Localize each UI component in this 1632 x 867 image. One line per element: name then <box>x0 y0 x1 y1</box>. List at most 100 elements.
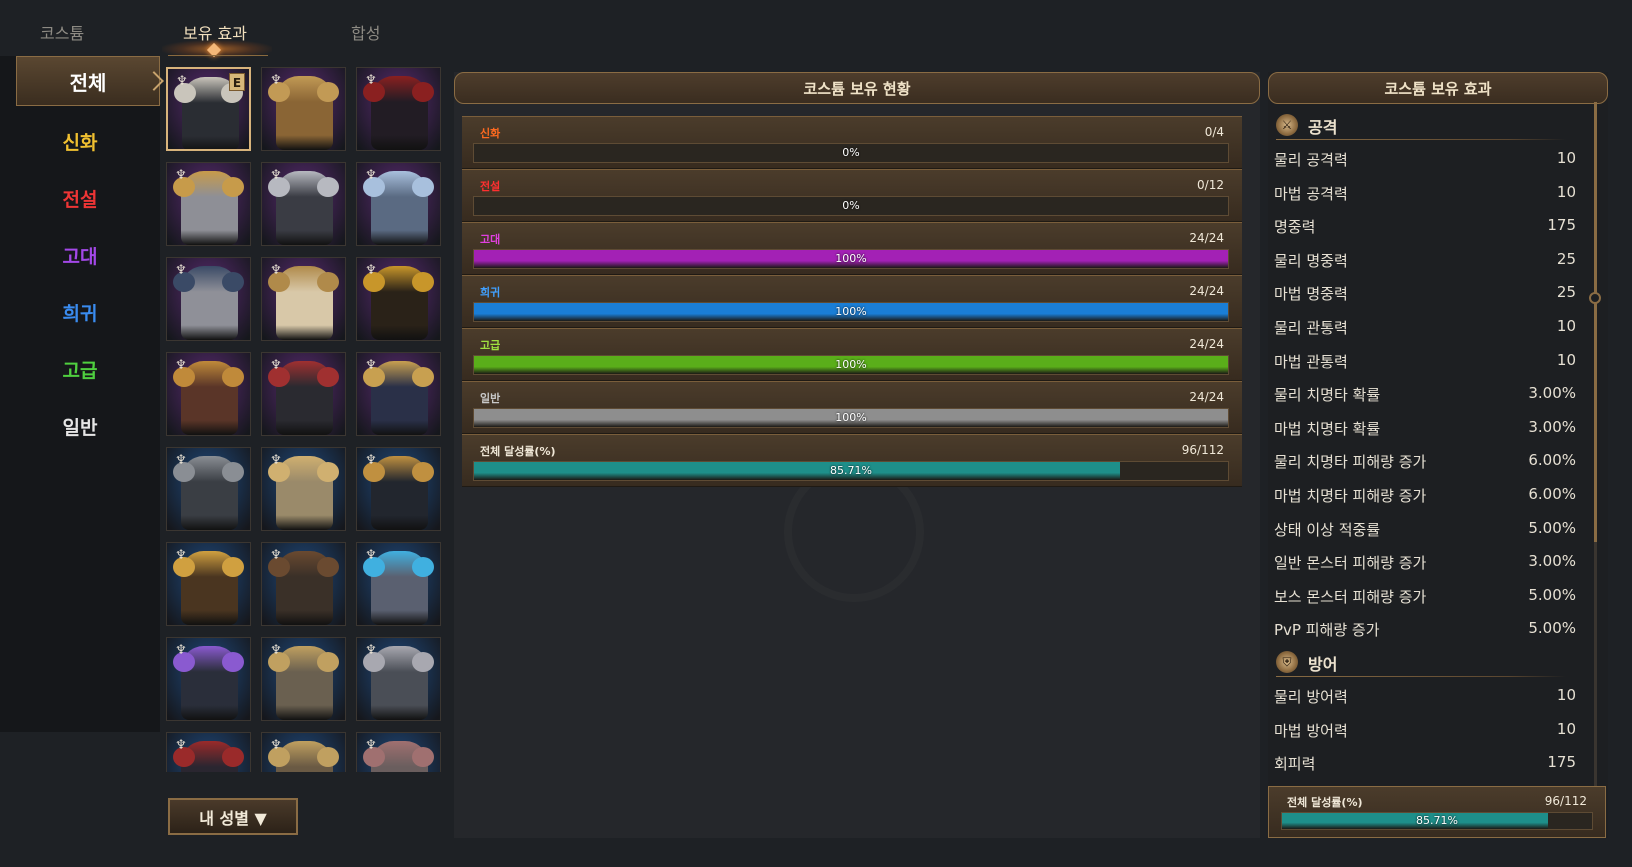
rarity-count: 0/12 <box>1197 178 1224 192</box>
stat-value: 10 <box>1556 719 1576 738</box>
rarity-progress-row: 전체 달성률(%) 96/112 85.71% <box>462 434 1242 487</box>
costume-item[interactable]: ♆ <box>166 257 251 341</box>
rarity-progress-bar: 100% <box>473 355 1229 375</box>
stat-value: 25 <box>1556 283 1576 302</box>
stat-row: 물리 방어력 10 <box>1268 678 1596 712</box>
costume-item[interactable]: ♆ <box>261 637 346 721</box>
costume-item[interactable]: ♆ <box>356 637 441 721</box>
rarity-progress-row: 전설 0/12 0% <box>462 169 1242 222</box>
stat-value: 10 <box>1556 316 1576 335</box>
total-count: 96/112 <box>1544 794 1587 808</box>
costume-item[interactable]: ♆ <box>261 257 346 341</box>
armor-shoulder-icon <box>317 462 339 482</box>
armor-shoulder-icon <box>222 557 244 577</box>
costume-item[interactable]: ♆ <box>356 67 441 151</box>
armor-shoulder-icon <box>222 367 244 387</box>
category-item-2[interactable]: 전설 <box>0 173 160 223</box>
owned-hanger-icon: ♆ <box>176 74 188 89</box>
category-item-6[interactable]: 일반 <box>0 401 160 451</box>
costume-item[interactable]: ♆ <box>166 352 251 436</box>
costume-item[interactable]: ♆ <box>166 732 251 772</box>
category-label: 고대 <box>62 245 98 268</box>
armor-shoulder-icon <box>412 747 434 767</box>
stat-name: 일반 몬스터 피해량 증가 <box>1274 554 1427 573</box>
stat-row: 명중력 175 <box>1268 208 1596 242</box>
stat-name: 마법 치명타 피해량 증가 <box>1274 486 1427 505</box>
costume-item[interactable]: ♆ <box>261 732 346 772</box>
costume-item[interactable]: ♆ <box>166 162 251 246</box>
stat-value: 3.00% <box>1528 417 1576 436</box>
tab-synthesis[interactable]: 합성 <box>351 20 380 44</box>
category-item-3[interactable]: 고대 <box>0 230 160 280</box>
armor-shoulder-icon <box>222 652 244 672</box>
section-header: ⛨ 방어 <box>1268 645 1596 678</box>
costume-item[interactable]: ♆ <box>356 447 441 531</box>
gender-filter-button[interactable]: 내 성별 ▼ <box>168 798 298 835</box>
costume-item[interactable]: ♆ <box>356 542 441 626</box>
collection-status-panel: 코스튬 보유 현황 신화 0/4 0% 전설 0/12 0% 고대 24/24 100% 희귀 24… <box>454 72 1260 838</box>
costume-item[interactable]: ♆ <box>261 542 346 626</box>
costume-item[interactable]: ♆ <box>261 447 346 531</box>
costume-item[interactable]: ♆ <box>356 162 441 246</box>
stat-name: 물리 명중력 <box>1274 251 1348 270</box>
chevron-right-icon <box>144 71 164 91</box>
costume-item[interactable]: ♆ <box>356 732 441 772</box>
total-achievement-box: 전체 달성률(%) 96/112 85.71% <box>1268 786 1606 838</box>
stat-row: 마법 공격력 10 <box>1268 175 1596 209</box>
costume-item[interactable]: ♆ <box>166 542 251 626</box>
section-title: 방어 <box>1308 654 1338 674</box>
tab-costume[interactable]: 코스튬 <box>40 20 84 44</box>
rarity-label: 전설 <box>480 180 501 193</box>
rarity-progress-row: 고대 24/24 100% <box>462 222 1242 275</box>
stat-name: 마법 공격력 <box>1274 184 1348 203</box>
costume-item[interactable]: ♆ <box>261 162 346 246</box>
stat-row: 보스 몬스터 피해량 증가 5.00% <box>1268 578 1596 612</box>
armor-shoulder-icon <box>317 177 339 197</box>
costume-item[interactable]: ♆ <box>356 352 441 436</box>
stat-row: 일반 몬스터 피해량 증가 3.00% <box>1268 544 1596 578</box>
stat-value: 175 <box>1547 753 1576 772</box>
rarity-progress-bar: 100% <box>473 408 1229 428</box>
stat-value: 5.00% <box>1528 585 1576 604</box>
scrollbar-thumb[interactable] <box>1594 102 1597 542</box>
stat-name: 마법 치명타 확률 <box>1274 419 1381 438</box>
armor-shoulder-icon <box>222 462 244 482</box>
costume-item[interactable]: ♆ <box>166 637 251 721</box>
owned-hanger-icon: ♆ <box>175 643 187 658</box>
costume-item[interactable]: ♆ <box>356 257 441 341</box>
rarity-progress-bar: 0% <box>473 143 1229 163</box>
category-item-0[interactable]: 전체 <box>16 56 164 106</box>
owned-hanger-icon: ♆ <box>365 643 377 658</box>
category-sidebar: 전체신화전설고대희귀고급일반 <box>0 56 164 732</box>
stats-list[interactable]: ⚔ 공격 물리 공격력 10 마법 공격력 10 명중력 175 물리 명중력 25 마법 명중력 2… <box>1268 108 1596 788</box>
stat-value: 10 <box>1556 182 1576 201</box>
costume-item[interactable]: ♆ <box>261 352 346 436</box>
armor-shoulder-icon <box>412 82 434 102</box>
armor-shoulder-icon <box>317 272 339 292</box>
category-label: 신화 <box>62 131 98 154</box>
category-label: 고급 <box>62 359 98 382</box>
category-item-4[interactable]: 희귀 <box>0 287 160 337</box>
costume-item[interactable]: ♆ E <box>166 67 251 151</box>
equipped-badge-icon: E <box>229 73 245 91</box>
tab-underline <box>168 55 268 56</box>
costume-item[interactable]: ♆ <box>261 67 346 151</box>
rarity-progress-text: 100% <box>835 305 867 318</box>
section-divider <box>1276 675 1566 677</box>
category-item-5[interactable]: 고급 <box>0 344 160 394</box>
stat-name: 상태 이상 적중률 <box>1274 520 1381 539</box>
tab-owned-effects[interactable]: 보유 효과 <box>183 20 247 44</box>
armor-shoulder-icon <box>317 747 339 767</box>
costume-item[interactable]: ♆ <box>166 447 251 531</box>
rarity-progress-row: 고급 24/24 100% <box>462 328 1242 381</box>
owned-effects-panel: 코스튬 보유 효과 ⚔ 공격 물리 공격력 10 마법 공격력 10 명중력 175 물리 명중… <box>1268 72 1608 838</box>
armor-shoulder-icon <box>412 367 434 387</box>
category-item-1[interactable]: 신화 <box>0 116 160 166</box>
owned-hanger-icon: ♆ <box>270 358 282 373</box>
stat-name: 물리 관통력 <box>1274 318 1348 337</box>
scrollbar-handle-icon[interactable] <box>1589 292 1601 304</box>
stat-value: 5.00% <box>1528 619 1576 638</box>
owned-hanger-icon: ♆ <box>270 263 282 278</box>
rarity-label: 일반 <box>480 392 501 405</box>
stat-row: 물리 명중력 25 <box>1268 242 1596 276</box>
